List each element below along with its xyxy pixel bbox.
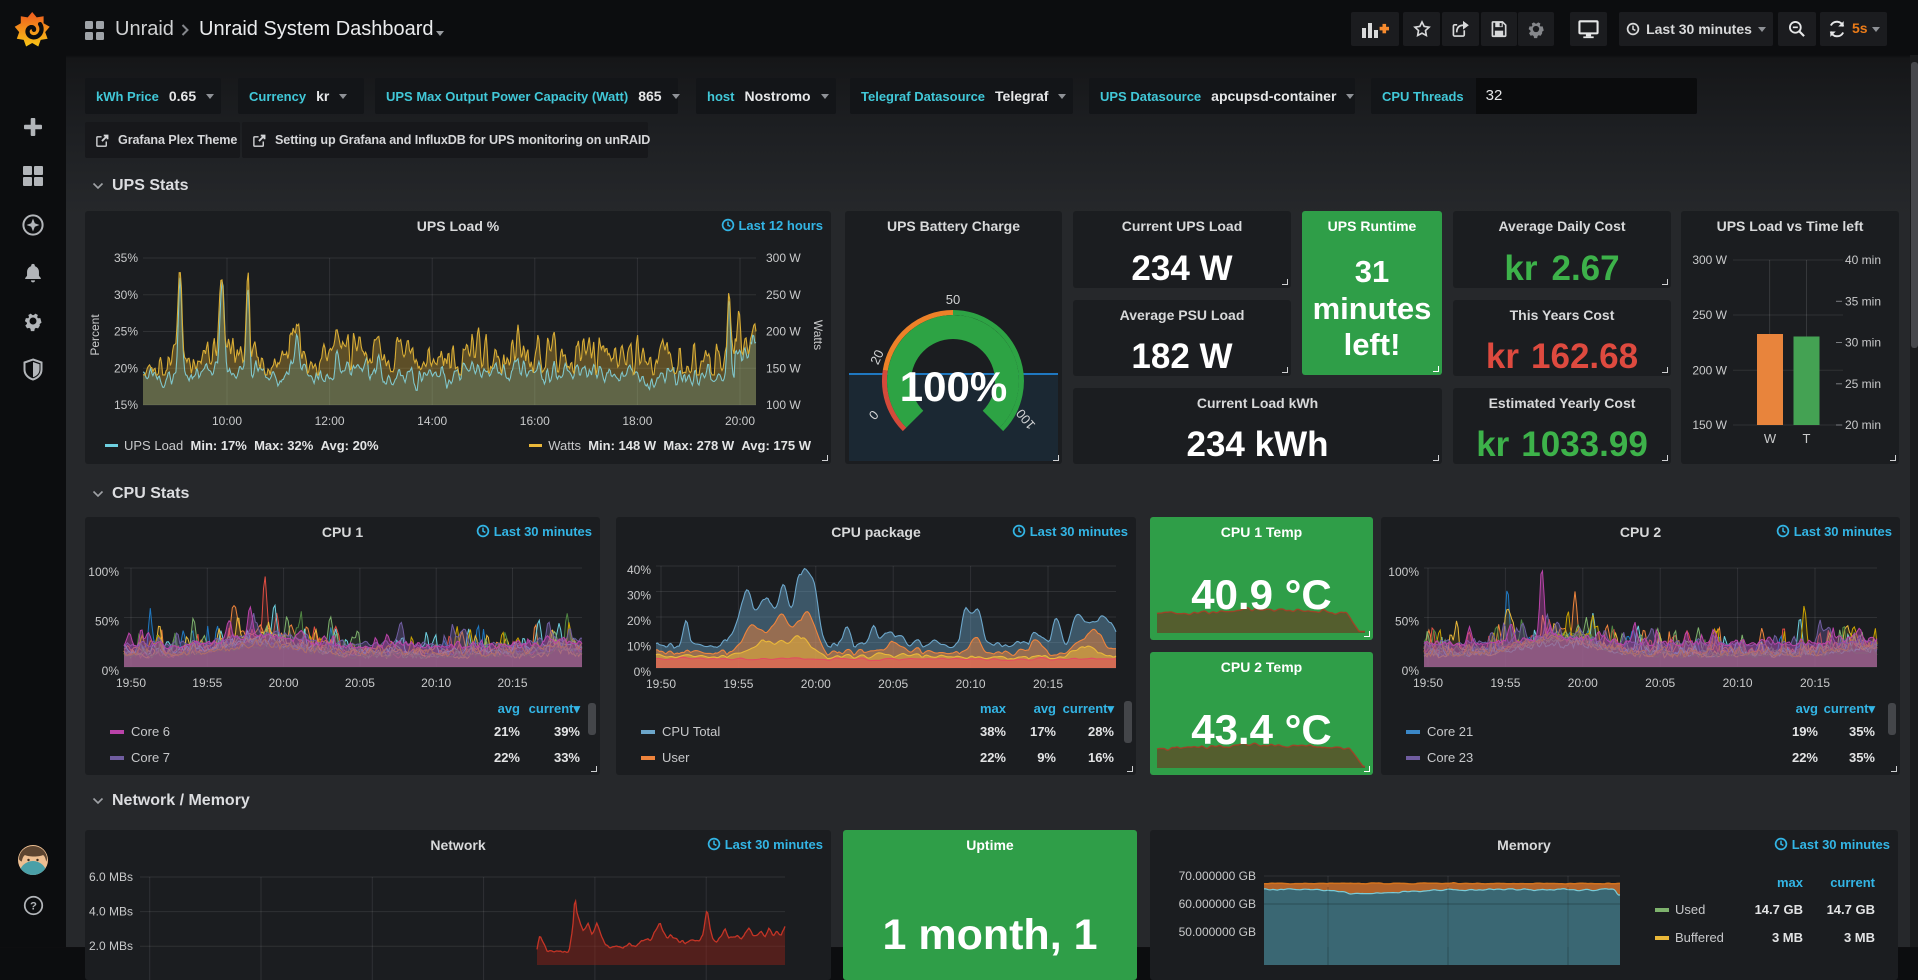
svg-text:W: W <box>1764 431 1777 446</box>
svg-text:30 min: 30 min <box>1845 336 1881 350</box>
svg-text:100 W: 100 W <box>766 398 801 412</box>
svg-text:150 W: 150 W <box>1692 418 1727 432</box>
svg-text:60.000000 GB: 60.000000 GB <box>1179 897 1256 911</box>
svg-text:20:00: 20:00 <box>725 414 755 428</box>
svg-text:T: T <box>1803 431 1811 446</box>
svg-text:19:50: 19:50 <box>646 677 676 691</box>
svg-text:50%: 50% <box>1395 615 1419 629</box>
svg-text:20:00: 20:00 <box>1568 676 1598 690</box>
svg-text:20:15: 20:15 <box>497 676 527 690</box>
svg-text:20:10: 20:10 <box>421 676 451 690</box>
svg-text:40 min: 40 min <box>1845 253 1881 267</box>
svg-text:Watts: Watts <box>811 320 825 350</box>
svg-text:250 W: 250 W <box>1692 308 1727 322</box>
svg-text:200 W: 200 W <box>1692 363 1727 377</box>
svg-text:20:00: 20:00 <box>801 677 831 691</box>
svg-text:30%: 30% <box>114 288 138 302</box>
svg-text:100%: 100% <box>88 565 119 579</box>
svg-text:200 W: 200 W <box>766 325 801 339</box>
svg-text:20:05: 20:05 <box>1645 676 1675 690</box>
svg-text:30%: 30% <box>627 589 651 603</box>
svg-text:10%: 10% <box>627 640 651 654</box>
svg-text:19:55: 19:55 <box>192 676 222 690</box>
svg-text:20:05: 20:05 <box>345 676 375 690</box>
svg-text:19:55: 19:55 <box>1490 676 1520 690</box>
svg-text:20:10: 20:10 <box>956 677 986 691</box>
svg-text:Percent: Percent <box>88 314 102 356</box>
svg-text:100%: 100% <box>1388 565 1419 579</box>
svg-text:19:55: 19:55 <box>723 677 753 691</box>
svg-text:19:50: 19:50 <box>116 676 146 690</box>
svg-text:35 min: 35 min <box>1845 294 1881 308</box>
svg-text:50.000000 GB: 50.000000 GB <box>1179 925 1256 939</box>
svg-text:50%: 50% <box>95 615 119 629</box>
svg-text:6.0 MBs: 6.0 MBs <box>89 870 133 884</box>
svg-text:20%: 20% <box>114 361 138 375</box>
svg-text:70.000000 GB: 70.000000 GB <box>1179 869 1256 883</box>
svg-text:50: 50 <box>946 292 960 307</box>
svg-text:20:05: 20:05 <box>878 677 908 691</box>
svg-text:35%: 35% <box>114 251 138 265</box>
svg-text:15%: 15% <box>114 398 138 412</box>
svg-text:250 W: 250 W <box>766 288 801 302</box>
svg-text:300 W: 300 W <box>1692 253 1727 267</box>
svg-text:20:15: 20:15 <box>1033 677 1063 691</box>
svg-text:18:00: 18:00 <box>622 414 652 428</box>
svg-text:4.0 MBs: 4.0 MBs <box>89 905 133 919</box>
svg-text:20:10: 20:10 <box>1723 676 1753 690</box>
svg-text:20:00: 20:00 <box>269 676 299 690</box>
svg-text:20%: 20% <box>627 614 651 628</box>
svg-text:150 W: 150 W <box>766 361 801 375</box>
svg-text:10:00: 10:00 <box>212 414 242 428</box>
svg-text:?: ? <box>30 900 37 912</box>
svg-text:40%: 40% <box>627 563 651 577</box>
svg-text:25 min: 25 min <box>1845 377 1881 391</box>
svg-text:2.0 MBs: 2.0 MBs <box>89 939 133 953</box>
svg-text:300 W: 300 W <box>766 251 801 265</box>
svg-text:12:00: 12:00 <box>315 414 345 428</box>
svg-text:19:50: 19:50 <box>1413 676 1443 690</box>
svg-text:20 min: 20 min <box>1845 418 1881 432</box>
svg-text:14:00: 14:00 <box>417 414 447 428</box>
svg-text:16:00: 16:00 <box>520 414 550 428</box>
svg-text:25%: 25% <box>114 325 138 339</box>
svg-text:20:15: 20:15 <box>1800 676 1830 690</box>
